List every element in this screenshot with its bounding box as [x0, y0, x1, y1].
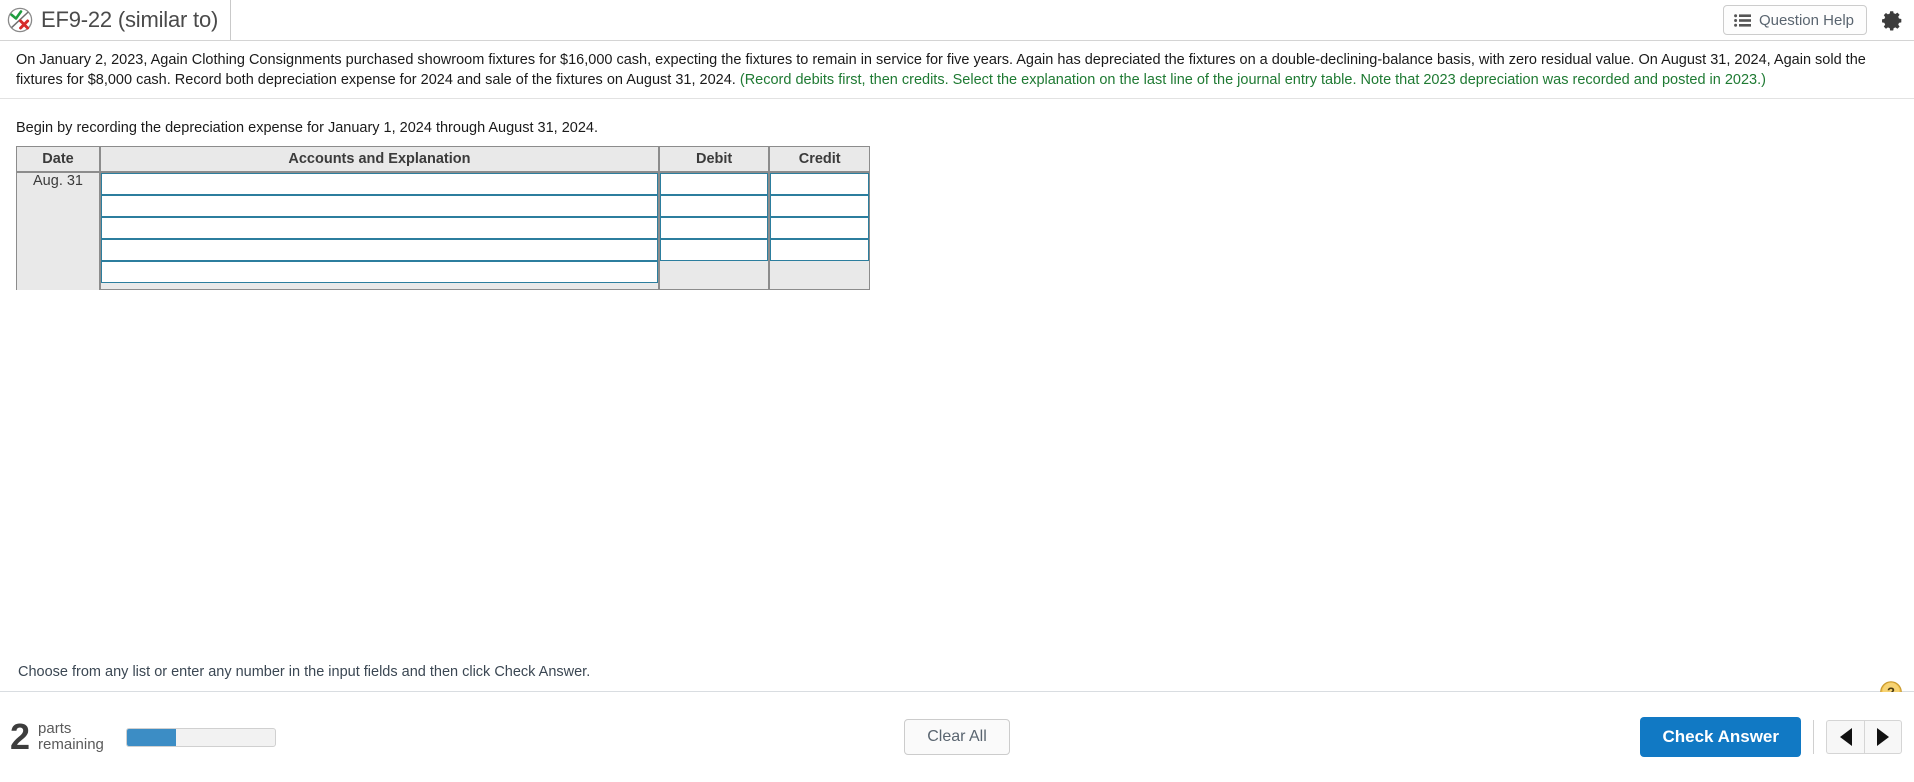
table-row: Aug. 31	[16, 173, 870, 290]
debit-row-2-input[interactable]	[659, 195, 769, 217]
accounts-row-5-input[interactable]	[101, 261, 658, 283]
footnote-text: Choose from any list or enter any number…	[18, 664, 591, 680]
debit-row-3-cell	[659, 217, 771, 239]
debit-row-4-input[interactable]	[659, 239, 769, 261]
clear-all-button[interactable]: Clear All	[904, 719, 1010, 755]
journal-entry-table-wrapper: Date Accounts and Explanation Debit Cred…	[0, 146, 1914, 290]
debit-row-1-cell	[659, 173, 771, 195]
credit-row-2-cell	[770, 195, 870, 217]
table-row	[16, 195, 870, 217]
question-help-button[interactable]: Question Help	[1722, 5, 1867, 35]
accounts-row-4-input[interactable]	[101, 239, 658, 261]
parts-remaining-count: 2	[10, 716, 31, 757]
debit-row-3-input[interactable]	[659, 217, 769, 239]
journal-entry-table: Date Accounts and Explanation Debit Cred…	[16, 146, 870, 290]
credit-row-3-input[interactable]	[770, 217, 869, 239]
bottom-right-group: Check Answer	[1640, 717, 1914, 757]
table-row	[16, 217, 870, 239]
header-right-group: Question Help	[1722, 5, 1914, 35]
progress-bar-fill	[126, 728, 176, 746]
debit-row-2-cell	[659, 195, 771, 217]
bottom-toolbar: 2 parts remaining Clear All Check Answer	[0, 692, 1914, 782]
accounts-row-1-cell	[101, 173, 660, 195]
header-divider	[230, 0, 232, 40]
gear-icon[interactable]	[1881, 9, 1904, 32]
accounts-row-3-input[interactable]	[101, 217, 658, 239]
parts-remaining-group: 2 parts remaining	[0, 719, 276, 755]
parts-label-line2: remaining	[38, 736, 104, 753]
column-header-credit: Credit	[770, 146, 870, 173]
credit-row-2-input[interactable]	[770, 195, 869, 217]
page-header: EF9-22 (similar to) Question Help	[0, 0, 1914, 41]
journal-header-row: Date Accounts and Explanation Debit Cred…	[16, 146, 870, 173]
question-page: EF9-22 (similar to) Question Help On Jan…	[0, 0, 1914, 782]
accounts-row-2-cell	[101, 195, 660, 217]
page-title: EF9-22 (similar to)	[41, 7, 219, 32]
check-answer-button[interactable]: Check Answer	[1640, 717, 1801, 757]
previous-arrow-icon[interactable]	[1826, 720, 1864, 754]
question-content: On January 2, 2023, Again Clothing Consi…	[0, 41, 1914, 653]
table-row	[16, 261, 870, 290]
footnote-bar: Choose from any list or enter any number…	[0, 653, 1914, 692]
accounts-row-4-cell	[101, 239, 660, 261]
parts-label-line1: parts	[38, 720, 72, 737]
accounts-row-1-input[interactable]	[101, 173, 658, 195]
accounts-row-2-input[interactable]	[101, 195, 658, 217]
header-left-group: EF9-22 (similar to)	[0, 0, 232, 41]
check-x-circle-icon	[7, 7, 33, 33]
credit-row-4-cell	[770, 239, 870, 261]
clear-all-wrapper: Clear All	[0, 719, 1914, 755]
question-help-label: Question Help	[1758, 11, 1854, 29]
accounts-row-5-cell	[101, 261, 660, 290]
parts-remaining-label: parts remaining	[38, 721, 104, 753]
table-row	[16, 239, 870, 261]
problem-statement: On January 2, 2023, Again Clothing Consi…	[0, 41, 1914, 99]
debit-row-5-cell-empty	[659, 261, 771, 290]
credit-row-3-cell	[770, 217, 870, 239]
nav-separator	[1813, 720, 1814, 754]
problem-text-green: (Record debits first, then credits. Sele…	[739, 72, 1766, 88]
journal-table-head: Date Accounts and Explanation Debit Cred…	[16, 146, 870, 173]
next-arrow-icon[interactable]	[1864, 720, 1902, 754]
list-icon	[1734, 13, 1751, 27]
journal-date-cell: Aug. 31	[16, 173, 102, 290]
debit-row-4-cell	[659, 239, 771, 261]
column-header-accounts: Accounts and Explanation	[101, 146, 660, 173]
instruction-text: Begin by recording the depreciation expe…	[16, 120, 599, 136]
column-header-debit: Debit	[659, 146, 771, 173]
column-header-date: Date	[16, 146, 102, 173]
debit-row-1-input[interactable]	[659, 173, 769, 195]
journal-table-body: Aug. 31	[16, 173, 870, 290]
accounts-row-3-cell	[101, 217, 660, 239]
credit-row-4-input[interactable]	[770, 239, 869, 261]
credit-row-1-input[interactable]	[770, 173, 869, 195]
credit-row-1-cell	[770, 173, 870, 195]
credit-row-5-cell-empty	[770, 261, 870, 290]
progress-bar	[125, 727, 276, 747]
